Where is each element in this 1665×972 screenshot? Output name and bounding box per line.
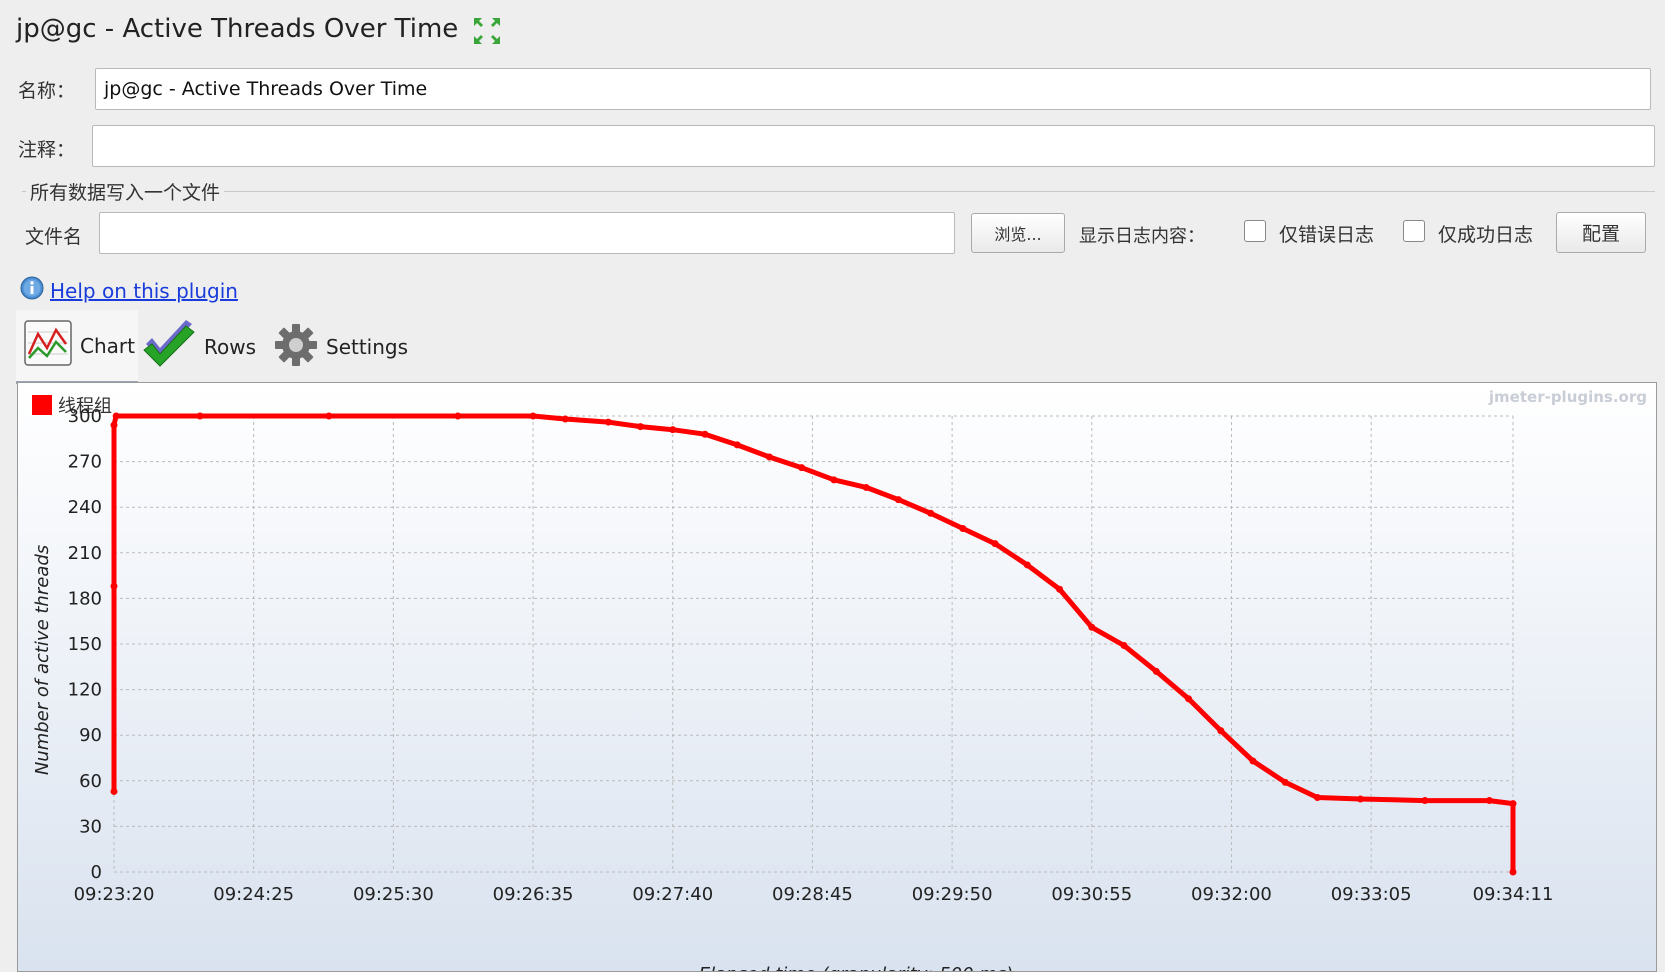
y-tick-label: 30 [79, 816, 102, 837]
data-point [1281, 778, 1289, 786]
tab-rows-label: Rows [204, 335, 257, 359]
data-point [669, 426, 677, 434]
x-tick-label: 09:34:11 [1473, 884, 1554, 905]
success-only-checkbox[interactable] [1403, 220, 1425, 242]
tab-bar: Chart Rows Settings [16, 310, 1655, 384]
data-point [927, 509, 935, 517]
chart: jmeter-plugins.org 线程组 03060901201501802… [18, 383, 1656, 972]
data-point [1485, 797, 1493, 805]
data-point [1056, 585, 1064, 593]
success-only-label: 仅成功日志 [1438, 224, 1534, 246]
config-button[interactable]: 配置 [1556, 212, 1646, 253]
y-tick-label: 150 [68, 634, 102, 655]
data-point [529, 412, 537, 420]
data-point [1356, 795, 1364, 803]
y-tick-label: 210 [68, 543, 102, 564]
checkmark-icon [142, 319, 196, 375]
data-point [798, 464, 806, 472]
watermark: jmeter-plugins.org [1488, 388, 1647, 406]
data-point [991, 540, 999, 548]
filename-field[interactable] [99, 212, 955, 254]
legend-swatch [32, 395, 52, 415]
comment-field[interactable] [92, 125, 1655, 167]
x-axis-label: Elapsed time (granularity: 500 ms) [699, 964, 1013, 972]
data-point [1509, 868, 1517, 876]
x-tick-label: 09:28:45 [772, 884, 853, 905]
data-point [1023, 561, 1031, 569]
data-point [637, 423, 645, 431]
tab-settings-label: Settings [326, 335, 409, 359]
y-tick-label: 270 [68, 452, 102, 473]
filename-label: 文件名 [25, 226, 83, 248]
x-tick-label: 09:30:55 [1051, 884, 1132, 905]
name-field[interactable]: jp@gc - Active Threads Over Time [95, 68, 1651, 110]
help-link-text: Help on this plugin [50, 278, 238, 303]
data-point [1088, 623, 1096, 631]
help-link[interactable]: Help on this plugin [20, 276, 238, 305]
data-point [1313, 794, 1321, 802]
data-point [1120, 642, 1128, 650]
y-tick-label: 0 [91, 862, 102, 883]
y-tick-label: 120 [68, 680, 102, 701]
data-point [561, 415, 569, 423]
y-tick-label: 240 [68, 497, 102, 518]
data-point [894, 496, 902, 504]
data-point [454, 412, 462, 420]
data-point [862, 483, 870, 491]
x-tick-label: 09:27:40 [632, 884, 713, 905]
name-label: 名称： [18, 80, 76, 102]
line-chart-icon [24, 320, 72, 371]
data-point [959, 524, 967, 532]
data-point [110, 787, 118, 795]
gear-icon [274, 323, 318, 372]
data-point [110, 421, 118, 429]
data-point [765, 453, 773, 461]
data-point [325, 412, 333, 420]
data-point [112, 412, 120, 420]
browse-button[interactable]: 浏览... [971, 213, 1065, 253]
tab-chart-label: Chart [80, 333, 135, 358]
y-tick-label: 300 [68, 406, 102, 427]
errors-only-checkbox[interactable] [1244, 220, 1266, 242]
x-tick-label: 09:33:05 [1331, 884, 1412, 905]
data-point [1217, 727, 1225, 735]
x-tick-label: 09:24:25 [213, 884, 294, 905]
data-point [830, 476, 838, 484]
tab-chart[interactable]: Chart [16, 310, 138, 384]
window-title: jp@gc - Active Threads Over Time [16, 14, 459, 44]
errors-only-label: 仅错误日志 [1279, 224, 1375, 246]
data-point [604, 418, 612, 426]
tab-settings[interactable]: Settings [274, 310, 408, 384]
tab-rows[interactable]: Rows [142, 310, 256, 384]
comment-label: 注释： [18, 139, 76, 161]
data-point [1185, 695, 1193, 703]
data-point [196, 412, 204, 420]
data-point [1152, 667, 1160, 675]
log-content-label: 显示日志内容： [1079, 226, 1205, 247]
x-tick-label: 09:23:20 [74, 884, 155, 905]
expand-icon[interactable] [472, 16, 502, 46]
x-tick-label: 09:26:35 [493, 884, 574, 905]
data-point [110, 582, 118, 590]
x-tick-label: 09:29:50 [912, 884, 993, 905]
chart-panel: jmeter-plugins.org 线程组 0 30 60 90 120 150 180 2… [17, 382, 1657, 972]
group-divider [22, 191, 1655, 192]
y-tick-label: 180 [68, 588, 102, 609]
y-tick-label: 60 [79, 771, 102, 792]
x-tick-label: 09:25:30 [353, 884, 434, 905]
data-point [1249, 757, 1257, 765]
y-tick-label: 90 [79, 725, 102, 746]
data-point [701, 430, 709, 438]
info-icon [20, 276, 44, 305]
x-tick-label: 09:32:00 [1191, 884, 1272, 905]
y-axis-label: Number of active threads [32, 545, 53, 775]
data-point [1421, 797, 1429, 805]
data-point [1509, 800, 1517, 808]
file-group-title: 所有数据写入一个文件 [26, 178, 225, 205]
data-point [733, 441, 741, 449]
